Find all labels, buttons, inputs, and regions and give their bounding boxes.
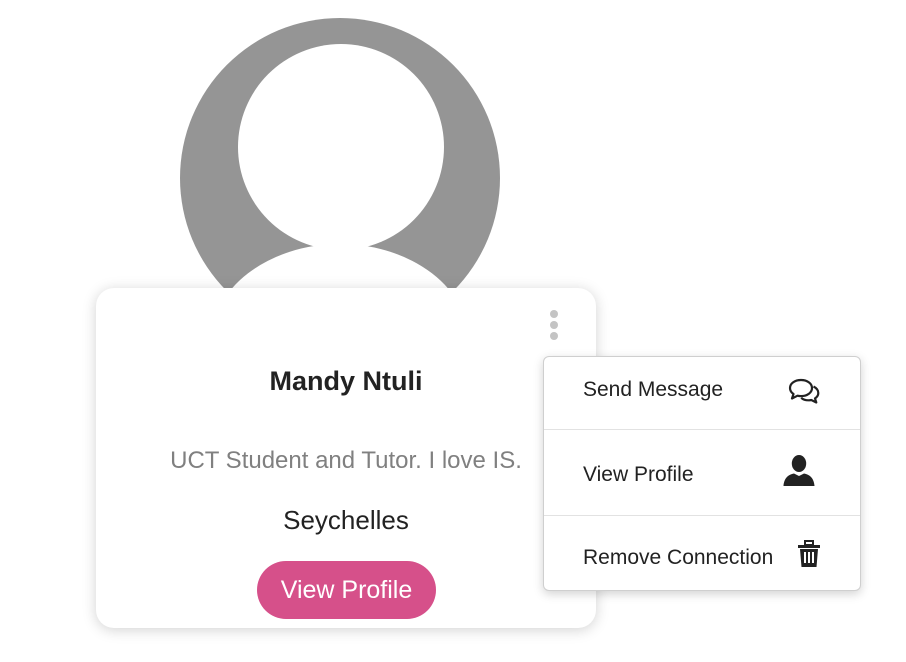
menu-item-label: Send Message [583, 378, 724, 401]
menu-item-label: View Profile [583, 463, 694, 486]
menu-item-label: Remove Connection [583, 546, 774, 569]
options-menu: Send Message View Profile Remove Connect… [543, 356, 861, 591]
more-options-icon[interactable] [547, 310, 561, 340]
menu-item-send-message[interactable]: Send Message [544, 357, 860, 429]
kebab-dot [550, 332, 558, 340]
view-profile-button[interactable]: View Profile [257, 561, 436, 619]
trash-icon [797, 540, 821, 573]
kebab-dot [550, 321, 558, 329]
avatar-head [238, 44, 444, 250]
kebab-dot [550, 310, 558, 318]
profile-location: Seychelles [283, 505, 409, 535]
chat-bubbles-icon [788, 377, 820, 410]
profile-name: Mandy Ntuli [269, 366, 423, 396]
user-icon [782, 453, 816, 492]
menu-item-view-profile[interactable]: View Profile [544, 429, 860, 516]
profile-card: Mandy Ntuli UCT Student and Tutor. I lov… [96, 288, 596, 628]
menu-item-remove-connection[interactable]: Remove Connection [544, 515, 860, 591]
profile-bio: UCT Student and Tutor. I love IS. [170, 447, 522, 474]
